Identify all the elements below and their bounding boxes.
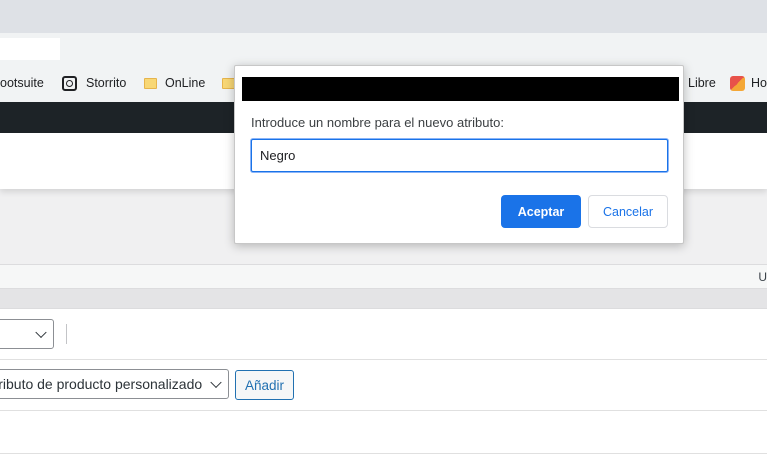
bookmark-ho[interactable]: Ho bbox=[730, 74, 767, 92]
chevron-down-icon bbox=[210, 376, 222, 389]
prompt-dialog: Introduce un nombre para el nuevo atribu… bbox=[234, 65, 684, 244]
folder-icon bbox=[144, 77, 157, 89]
chevron-down-icon bbox=[35, 326, 47, 339]
cancel-button[interactable]: Cancelar bbox=[588, 195, 668, 228]
bookmark-online[interactable]: OnLine bbox=[144, 74, 205, 92]
bookmark-label: OnLine bbox=[165, 76, 206, 90]
metabox-header-text: U bbox=[758, 270, 767, 284]
bookmark-label: Hootsuite bbox=[0, 76, 44, 90]
bookmark-storrito[interactable]: Storrito bbox=[62, 74, 126, 92]
attribute-name-input[interactable] bbox=[251, 139, 668, 172]
row-divider bbox=[0, 410, 767, 411]
accept-button[interactable]: Aceptar bbox=[501, 195, 581, 228]
metabox-subheader bbox=[0, 289, 767, 309]
row-divider bbox=[0, 359, 767, 360]
dialog-message: Introduce un nombre para el nuevo atribu… bbox=[251, 115, 504, 130]
bookmark-libre[interactable]: Libre bbox=[688, 74, 716, 92]
storrito-icon bbox=[62, 75, 77, 91]
address-bar[interactable] bbox=[0, 38, 60, 60]
bulk-action-select[interactable] bbox=[0, 319, 54, 349]
row-divider bbox=[0, 453, 767, 454]
toolbar-divider bbox=[66, 324, 67, 344]
attribute-type-select[interactable]: Atributo de producto personalizado bbox=[0, 369, 229, 399]
favicon-icon bbox=[730, 75, 745, 91]
bookmark-label: Ho bbox=[751, 76, 767, 90]
bookmark-label: Storrito bbox=[86, 76, 127, 90]
metabox-header: U bbox=[0, 264, 767, 289]
dialog-title-redacted bbox=[242, 77, 679, 101]
attribute-type-value: Atributo de producto personalizado bbox=[0, 376, 203, 392]
add-attribute-button[interactable]: Añadir bbox=[235, 370, 294, 400]
browser-toolbar bbox=[0, 33, 767, 63]
browser-tab-strip bbox=[0, 0, 767, 33]
bookmark-hootsuite[interactable]: Hootsuite bbox=[0, 74, 44, 92]
bookmark-label: Libre bbox=[688, 76, 716, 90]
